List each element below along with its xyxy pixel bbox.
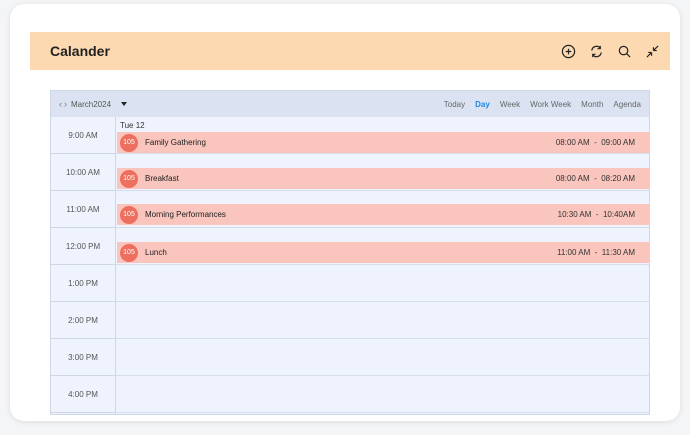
view-today[interactable]: Today — [444, 100, 465, 109]
time-slot-label: 10:00 AM — [51, 154, 115, 191]
time-slot-label: 2:00 PM — [51, 302, 115, 339]
caret-down-icon — [121, 102, 128, 106]
event-time: 11:00 AM - 11:30 AM — [557, 248, 635, 257]
time-column: 9:00 AM 10:00 AM 11:00 AM 12:00 PM 1:00 PM 2:… — [51, 117, 116, 414]
view-month[interactable]: Month — [581, 100, 603, 109]
time-slot-label: 3:00 PM — [51, 339, 115, 376]
event-item[interactable]: 105 Morning Performances 10:30 AM - 10:40A… — [117, 204, 649, 225]
time-slot-label: 9:00 AM — [51, 117, 115, 154]
event-title: Lunch — [145, 248, 167, 257]
event-time: 10:30 AM - 10:40AM — [557, 210, 635, 219]
refresh-icon[interactable] — [586, 41, 606, 61]
event-title: Morning Performances — [145, 210, 226, 219]
date-picker[interactable]: March2024 — [71, 99, 128, 109]
event-badge: 105 — [120, 169, 138, 188]
search-icon[interactable] — [614, 41, 634, 61]
event-badge: 105 — [120, 133, 138, 152]
view-agenda[interactable]: Agenda — [613, 100, 641, 109]
date-navigation: ‹ › — [59, 99, 67, 109]
event-time: 08:00 AM - 08:20 AM — [555, 174, 635, 183]
view-work-week[interactable]: Work Week — [530, 100, 571, 109]
time-slot-cell[interactable] — [116, 302, 649, 339]
collapse-icon[interactable] — [642, 41, 662, 61]
view-day[interactable]: Day — [475, 100, 490, 109]
view-week[interactable]: Week — [500, 100, 520, 109]
add-icon[interactable] — [558, 41, 578, 61]
time-slot-cell[interactable] — [116, 339, 649, 376]
time-slot-cell[interactable] — [116, 265, 649, 302]
event-item[interactable]: 105 Breakfast 08:00 AM - 08:20 AM — [117, 168, 649, 189]
view-switcher: Today Day Week Work Week Month Agenda — [444, 100, 641, 109]
scheduler: ‹ › March2024 Today Day Week Work Week Month… — [50, 90, 650, 415]
page-title: Calander — [50, 43, 110, 59]
time-slot-label: 11:00 AM — [51, 191, 115, 228]
scheduler-body: 9:00 AM 10:00 AM 11:00 AM 12:00 PM 1:00 PM 2:… — [51, 117, 649, 414]
event-badge: 105 — [120, 243, 138, 262]
chevron-right-icon[interactable]: › — [64, 99, 67, 109]
time-slot-label: 1:00 PM — [51, 265, 115, 302]
day-column: Tue 12 105 Family Gathering 08:00 AM - 09:… — [116, 117, 649, 414]
event-item[interactable]: 105 Family Gathering 08:00 AM - 09:00 AM — [117, 132, 649, 153]
scheduler-toolbar: ‹ › March2024 Today Day Week Work Week Month… — [51, 91, 649, 117]
calendar-header: Calander — [30, 32, 670, 70]
event-title: Breakfast — [145, 174, 179, 183]
time-slot-cell[interactable] — [116, 376, 649, 413]
header-actions — [558, 32, 662, 70]
event-time: 08:00 AM - 09:00 AM — [555, 138, 635, 147]
event-badge: 105 — [120, 205, 138, 224]
chevron-left-icon[interactable]: ‹ — [59, 99, 62, 109]
time-slot-label: 4:00 PM — [51, 376, 115, 413]
date-label: March2024 — [71, 99, 112, 109]
time-slot-label: 12:00 PM — [51, 228, 115, 265]
event-item[interactable]: 105 Lunch 11:00 AM - 11:30 AM — [117, 242, 649, 263]
event-title: Family Gathering — [145, 138, 206, 147]
